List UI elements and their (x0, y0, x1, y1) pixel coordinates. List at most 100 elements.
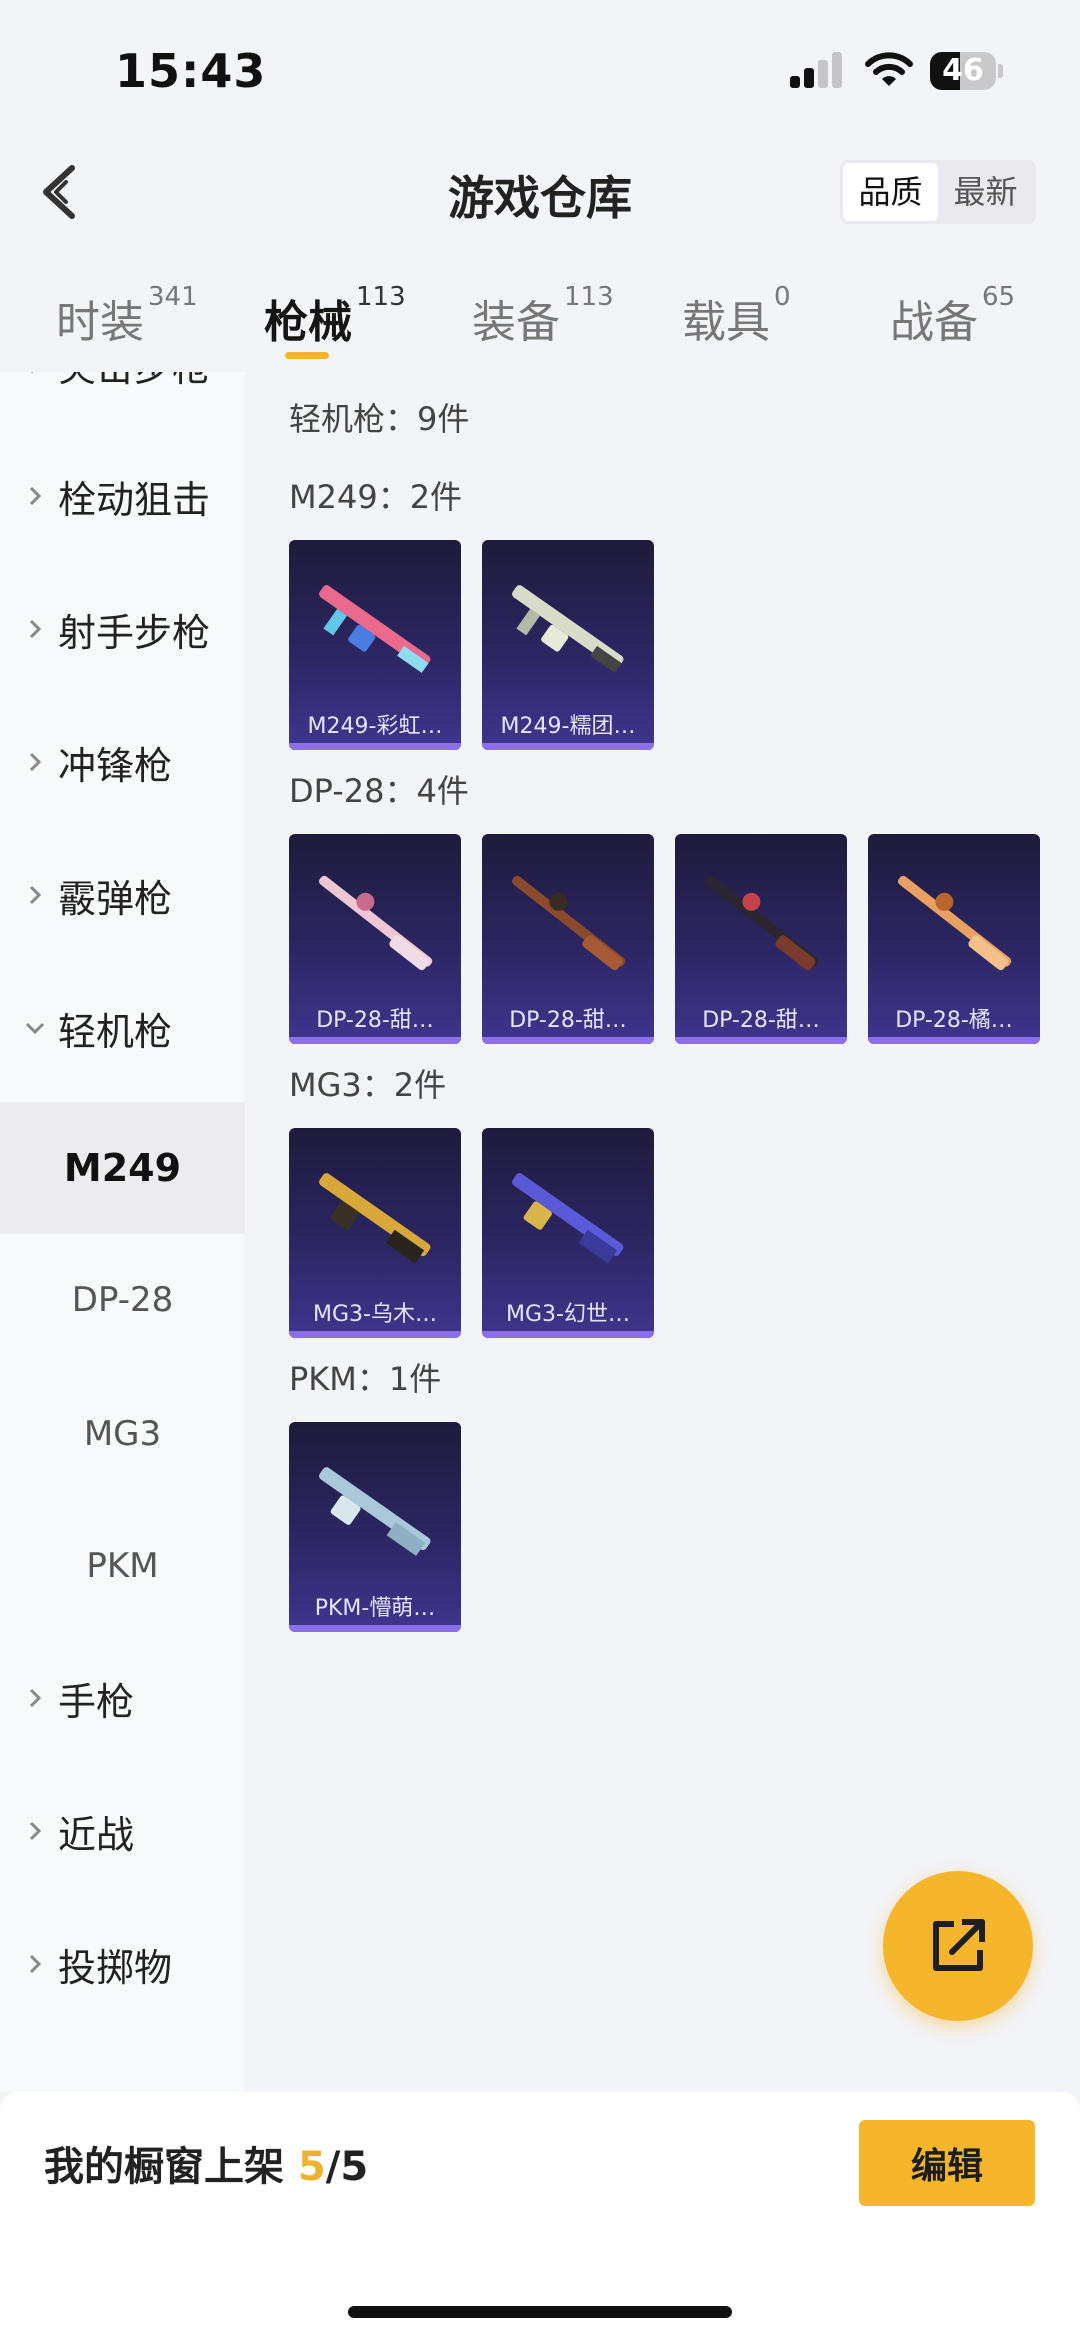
tab-equipment[interactable]: 装备 113 (472, 282, 614, 356)
machine-gun-icon (319, 585, 431, 673)
chevron-right-icon (29, 1688, 42, 1708)
item-card[interactable]: M249-糯团… (482, 540, 654, 750)
tab-fashion[interactable]: 时装 341 (56, 282, 198, 356)
showcase-total: /5 (325, 2144, 369, 2190)
sidebar-sub-mg3[interactable]: MG3 (0, 1368, 245, 1500)
sidebar-item-pistol[interactable]: 手枪 (0, 1632, 245, 1764)
sidebar-item-label: 手枪 (58, 1679, 135, 1724)
machine-gun-icon (512, 1173, 624, 1264)
sidebar-sub-dp28[interactable]: DP-28 (0, 1234, 245, 1366)
cellular-signal-icon (790, 52, 842, 88)
chevron-down-icon (25, 1022, 45, 1035)
item-name: MG3-幻世… (506, 1302, 630, 1327)
machine-gun-icon (319, 1467, 431, 1556)
tab-vehicles[interactable]: 载具 0 (682, 282, 791, 356)
item-name: DP-28-橘… (895, 1008, 1013, 1033)
item-card[interactable]: DP-28-甜… (675, 834, 847, 1044)
sidebar-item-dmr[interactable]: 射手步枪 (0, 563, 245, 695)
sort-toggle[interactable]: 品质 最新 (840, 160, 1036, 224)
active-tab-indicator (285, 352, 329, 359)
tab-label: 载具 (682, 297, 770, 348)
category-tabs: 时装 341 枪械 113 装备 113 载具 0 战备 65 (0, 268, 1080, 368)
sidebar-item-melee[interactable]: 近战 (0, 1765, 245, 1897)
status-bar: 15:43 46 (0, 0, 1080, 140)
tab-supplies[interactable]: 战备 65 (890, 282, 1015, 356)
chevron-right-icon (29, 1821, 42, 1841)
section-title-pkm: PKM：1件 (289, 1360, 442, 1398)
sort-option-quality[interactable]: 品质 (843, 163, 938, 221)
status-time: 15:43 (115, 44, 267, 98)
sidebar-item-shotgun[interactable]: 霰弹枪 (0, 829, 245, 961)
machine-gun-icon (512, 585, 624, 673)
chevron-right-icon (29, 885, 42, 905)
sidebar-item-label: 冲锋枪 (58, 743, 173, 788)
tab-label: 时装 (56, 297, 144, 348)
showcase-label: 我的橱窗上架 (44, 2144, 284, 2190)
item-card[interactable]: PKM-懵萌… (289, 1422, 461, 1632)
item-card[interactable]: DP-28-橘… (868, 834, 1040, 1044)
sidebar-item-label: 投掷物 (58, 1945, 173, 1990)
showcase-count: 5 (297, 2144, 326, 2190)
inventory-grid: 轻机枪：9件 M249：2件 M249-彩虹… M249-糯团… DP-28：4… (245, 372, 1080, 2087)
item-name: M249-彩虹… (307, 714, 443, 739)
bottom-bar: 我的橱窗上架 5/5 编辑 (0, 2092, 1080, 2337)
tab-label: 装备 (472, 297, 560, 348)
chevron-right-icon (29, 619, 42, 639)
chevron-right-icon (31, 372, 34, 374)
chevron-right-icon (29, 1954, 42, 1974)
tab-guns[interactable]: 枪械 113 (264, 282, 406, 356)
wifi-icon (865, 52, 913, 86)
item-card[interactable]: DP-28-甜… (289, 834, 461, 1044)
sidebar-item-lmg[interactable]: 轻机枪 (0, 962, 245, 1094)
sidebar-item-label: 射手步枪 (58, 610, 211, 655)
section-title-mg3: MG3：2件 (289, 1066, 447, 1104)
sidebar-item-assault-rifle[interactable]: 突击步枪 (0, 372, 245, 430)
sidebar-item-smg[interactable]: 冲锋枪 (0, 696, 245, 828)
tab-count: 113 (564, 282, 614, 312)
tab-label: 枪械 (264, 297, 352, 348)
chevron-right-icon (29, 752, 42, 772)
battery-percent: 46 (942, 53, 984, 88)
machine-gun-icon (511, 875, 626, 971)
share-fab-button[interactable] (883, 1871, 1033, 2021)
home-indicator[interactable] (348, 2306, 732, 2318)
sidebar-item-label: 突击步枪 (58, 372, 210, 392)
section-title-m249: M249：2件 (289, 478, 463, 516)
machine-gun-icon (704, 875, 819, 971)
sidebar-item-label: 轻机枪 (58, 1009, 173, 1054)
tab-count: 113 (356, 282, 406, 312)
section-title-dp28: DP-28：4件 (289, 772, 469, 810)
sidebar-item-bolt-sniper[interactable]: 栓动狙击 (0, 430, 245, 562)
item-name: DP-28-甜… (316, 1008, 434, 1033)
sort-option-newest[interactable]: 最新 (938, 163, 1033, 221)
sidebar-item-label: 栓动狙击 (58, 477, 211, 522)
edit-button[interactable]: 编辑 (859, 2120, 1035, 2206)
machine-gun-icon (897, 875, 1012, 971)
item-card[interactable]: MG3-乌木… (289, 1128, 461, 1338)
item-name: DP-28-甜… (509, 1008, 627, 1033)
battery-icon: 46 (930, 52, 1003, 90)
tab-count: 65 (982, 282, 1016, 312)
tab-count: 341 (148, 282, 198, 312)
tab-label: 战备 (890, 297, 978, 348)
group-title: 轻机枪：9件 (289, 400, 470, 438)
tab-count: 0 (774, 282, 791, 312)
weapon-category-sidebar[interactable]: 突击步枪 栓动狙击 射手步枪 冲锋枪 霰弹枪 轻机枪 M249 DP-28 MG… (0, 372, 245, 2092)
machine-gun-icon (318, 875, 433, 971)
machine-gun-icon (319, 1173, 431, 1264)
item-name: PKM-懵萌… (314, 1596, 436, 1621)
sidebar-sub-pkm[interactable]: PKM (0, 1500, 245, 1632)
sidebar-sub-m249[interactable]: M249 (0, 1102, 245, 1234)
item-name: M249-糯团… (500, 714, 636, 739)
item-name: DP-28-甜… (702, 1008, 820, 1033)
item-card[interactable]: MG3-幻世… (482, 1128, 654, 1338)
item-name: MG3-乌木… (313, 1302, 437, 1327)
item-card[interactable]: DP-28-甜… (482, 834, 654, 1044)
chevron-right-icon (29, 486, 42, 506)
sidebar-item-label: 近战 (58, 1812, 135, 1857)
external-link-icon (933, 1919, 985, 1971)
sidebar-item-throwable[interactable]: 投掷物 (0, 1898, 245, 2030)
showcase-status: 我的橱窗上架 5/5 (44, 2134, 368, 2192)
item-card[interactable]: M249-彩虹… (289, 540, 461, 750)
sidebar-item-label: 霰弹枪 (58, 876, 173, 921)
